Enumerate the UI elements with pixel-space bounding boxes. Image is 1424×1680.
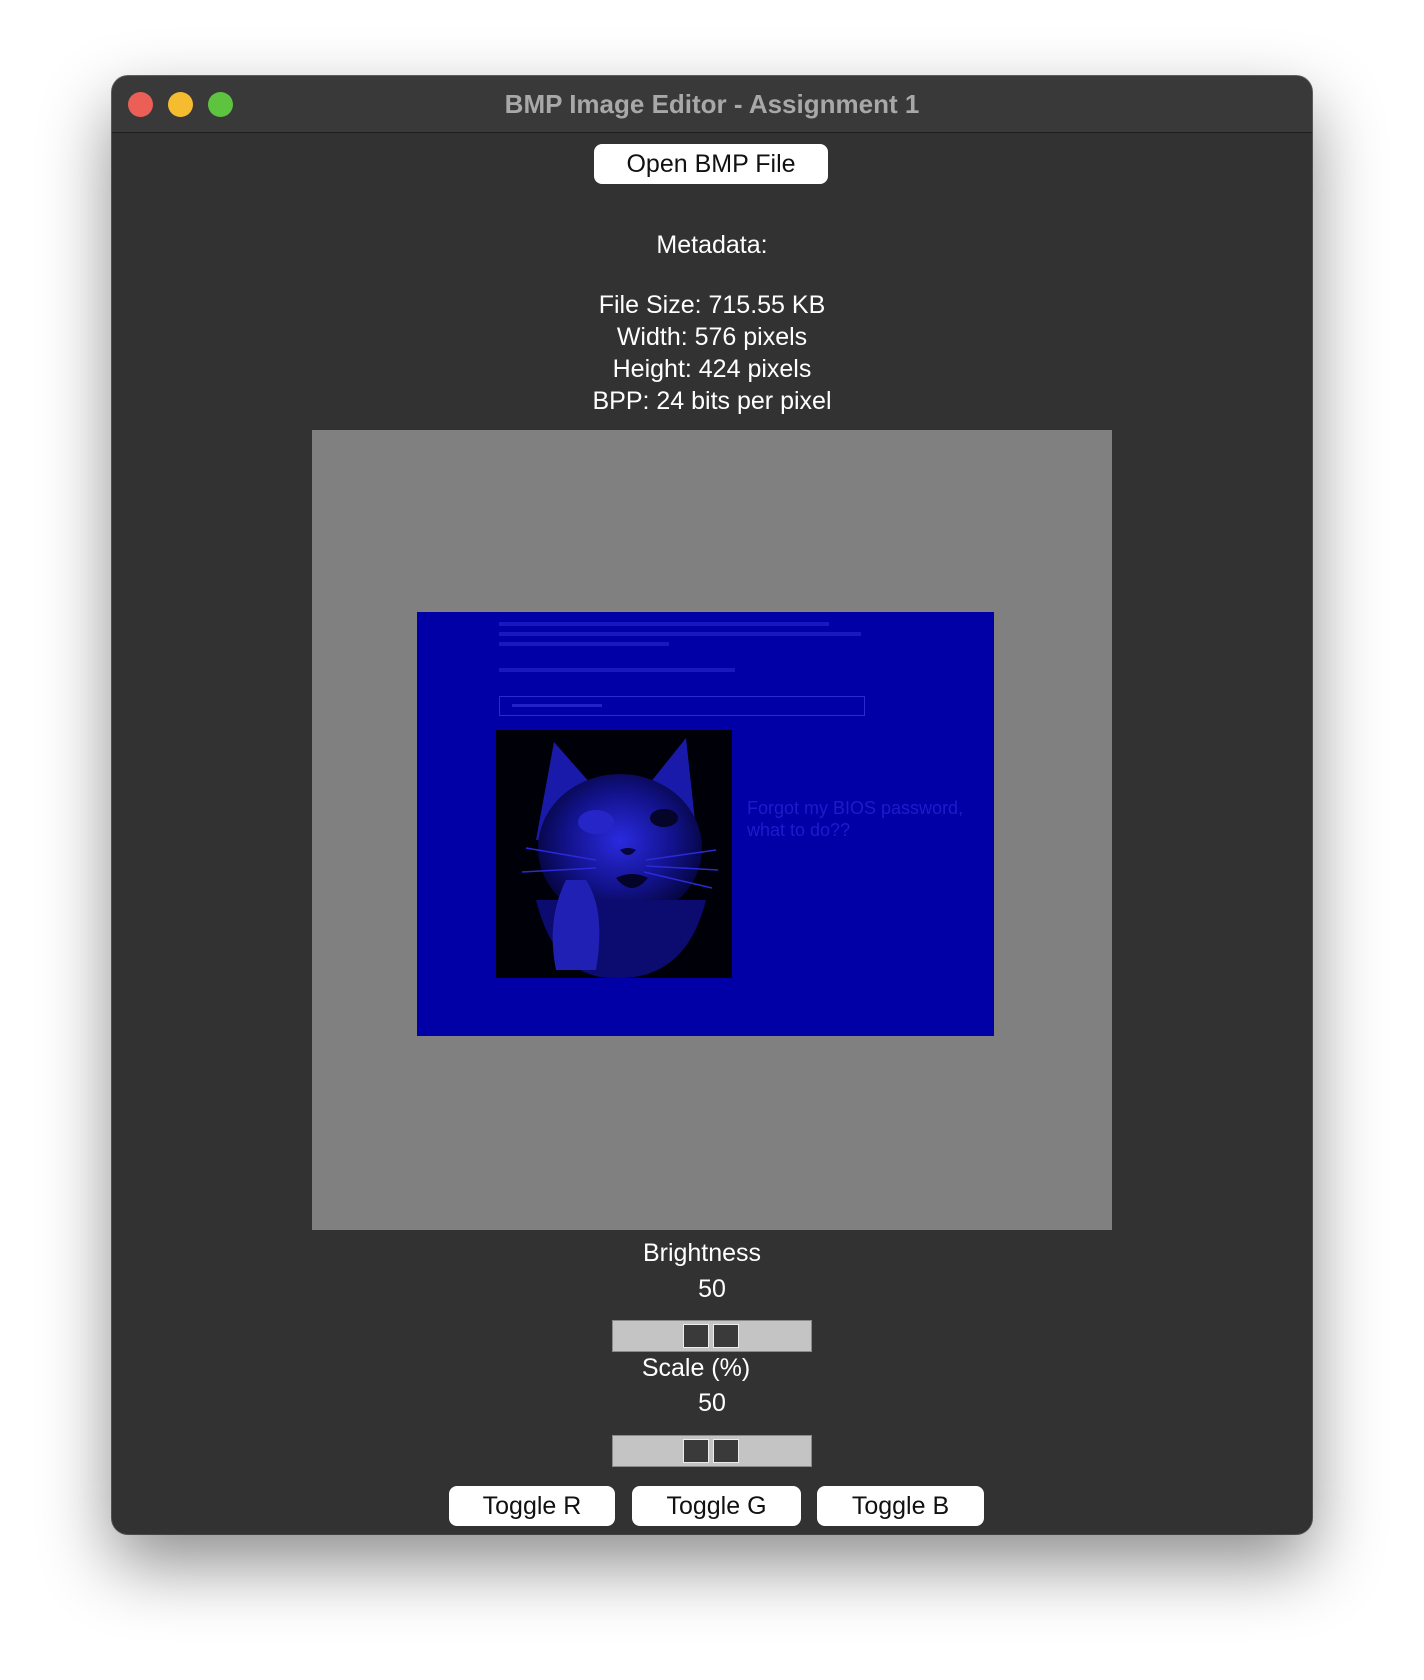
metadata-bpp: BPP: 24 bits per pixel (592, 387, 832, 415)
metadata-heading: Metadata: (656, 231, 768, 259)
image-canvas: Forgot my BIOS password, what to do?? (312, 430, 1112, 1230)
brightness-value: 50 (698, 1275, 726, 1303)
toggle-g-button[interactable]: Toggle G (632, 1486, 801, 1526)
title-bar[interactable]: BMP Image Editor - Assignment 1 (112, 76, 1312, 133)
kitten-photo (496, 730, 732, 978)
password-field-graphic (499, 696, 865, 716)
scale-slider[interactable] (612, 1435, 812, 1467)
meme-caption-line-1: Forgot my BIOS password, (747, 798, 964, 818)
app-window: BMP Image Editor - Assignment 1 Open BMP… (112, 76, 1312, 1534)
brightness-label: Brightness (642, 1239, 762, 1267)
brightness-slider[interactable] (612, 1320, 812, 1352)
metadata-width: Width: 576 pixels (616, 323, 808, 351)
scale-label: Scale (%) (641, 1354, 751, 1382)
scale-slider-thumb[interactable] (683, 1438, 741, 1464)
window-title: BMP Image Editor - Assignment 1 (504, 89, 920, 119)
metadata-height: Height: 424 pixels (612, 355, 812, 383)
metadata-file-size: File Size: 715.55 KB (598, 291, 826, 319)
toggle-r-button[interactable]: Toggle R (449, 1486, 615, 1526)
bmp-image: Forgot my BIOS password, what to do?? (417, 612, 994, 1036)
meme-caption-line-2: what to do?? (747, 820, 851, 840)
scale-value: 50 (698, 1389, 726, 1417)
open-bmp-button[interactable]: Open BMP File (594, 144, 828, 184)
brightness-slider-thumb[interactable] (683, 1323, 741, 1349)
toggle-b-button[interactable]: Toggle B (817, 1486, 984, 1526)
